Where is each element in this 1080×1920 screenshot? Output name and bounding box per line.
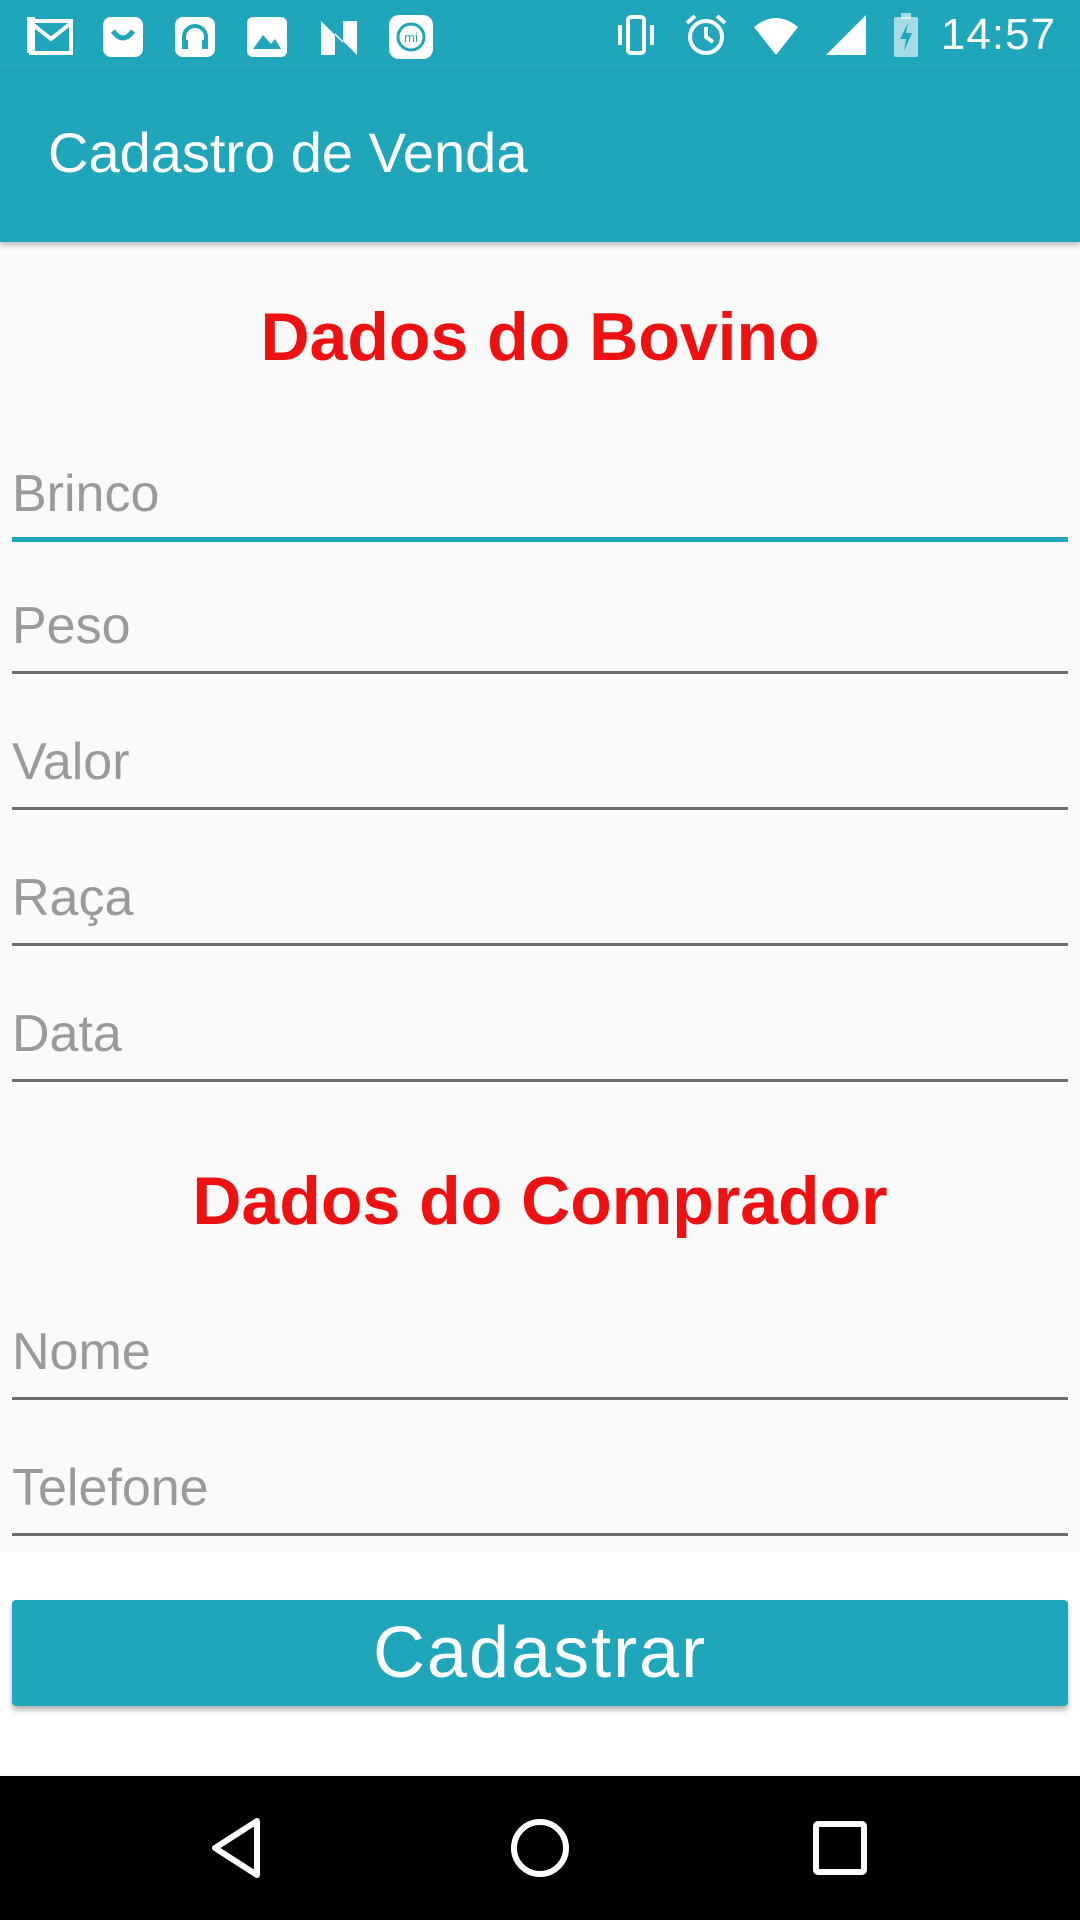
- field-underline: [12, 807, 1068, 810]
- wifi-icon: [751, 10, 801, 60]
- telefone-field[interactable]: [12, 1446, 1068, 1536]
- back-icon: [212, 1818, 260, 1878]
- app-bar: Cadastro de Venda: [0, 72, 1080, 242]
- n-icon: [314, 12, 364, 62]
- nome-input[interactable]: [12, 1310, 1068, 1394]
- data-field[interactable]: [12, 992, 1068, 1082]
- svg-text:mi: mi: [404, 30, 418, 45]
- alarm-icon: [681, 10, 731, 60]
- cart-icon: [98, 12, 148, 62]
- telefone-input[interactable]: [12, 1446, 1068, 1530]
- headset-icon: [170, 12, 220, 62]
- vibrate-icon: [611, 10, 661, 60]
- system-icons: 14:57: [611, 10, 1056, 60]
- notification-icons: mi: [26, 12, 436, 62]
- raca-field[interactable]: [12, 856, 1068, 946]
- gmail-icon: [26, 12, 76, 62]
- recents-icon: [813, 1821, 867, 1875]
- valor-input[interactable]: [12, 720, 1068, 804]
- brinco-input[interactable]: [12, 452, 1068, 536]
- mi-icon: mi: [386, 12, 436, 62]
- section-title-comprador: Dados do Comprador: [192, 1163, 888, 1239]
- clock: 14:57: [940, 10, 1056, 59]
- home-icon: [511, 1819, 569, 1877]
- data-input[interactable]: [12, 992, 1068, 1076]
- field-underline: [12, 1079, 1068, 1082]
- signal-icon: [821, 10, 871, 60]
- app-title: Cadastro de Venda: [48, 121, 528, 184]
- home-button[interactable]: [490, 1798, 590, 1898]
- field-underline: [12, 943, 1068, 946]
- field-underline: [12, 1397, 1068, 1400]
- cadastrar-button[interactable]: Cadastrar: [12, 1600, 1068, 1706]
- brinco-field[interactable]: [12, 452, 1068, 542]
- back-button[interactable]: [190, 1798, 290, 1898]
- navigation-bar: [0, 1776, 1080, 1920]
- peso-input[interactable]: [12, 584, 1068, 668]
- recents-button[interactable]: [790, 1798, 890, 1898]
- gallery-icon: [242, 12, 292, 62]
- peso-field[interactable]: [12, 584, 1068, 674]
- field-underline: [12, 1533, 1068, 1536]
- field-underline: [12, 537, 1068, 542]
- field-underline: [12, 671, 1068, 674]
- valor-field[interactable]: [12, 720, 1068, 810]
- nome-field[interactable]: [12, 1310, 1068, 1400]
- status-bar: mi 14:57: [0, 0, 1080, 72]
- battery-charging-icon: [891, 10, 921, 60]
- section-title-bovino: Dados do Bovino: [260, 299, 820, 375]
- raca-input[interactable]: [12, 856, 1068, 940]
